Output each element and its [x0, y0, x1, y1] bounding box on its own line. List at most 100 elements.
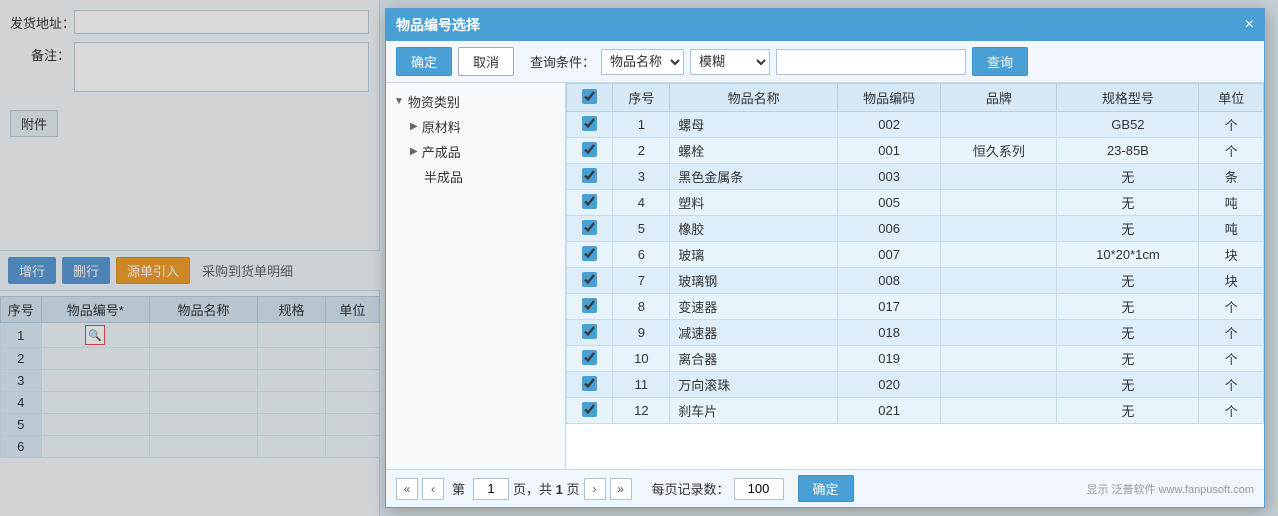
modal-confirm-button[interactable]: 确定	[396, 47, 452, 76]
table-row: 12刹车片021无个	[567, 398, 1264, 424]
row-brand	[941, 112, 1057, 138]
row-no: 4	[613, 190, 670, 216]
table-row: 6玻璃00710*20*1cm块	[567, 242, 1264, 268]
row-unit: 个	[1199, 372, 1264, 398]
row-checkbox[interactable]	[582, 168, 597, 183]
modal-title: 物品编号选择	[396, 15, 480, 35]
row-code: 018	[838, 320, 941, 346]
row-name: 变速器	[670, 294, 838, 320]
row-checkbox-cell[interactable]	[567, 112, 613, 138]
row-checkbox-cell[interactable]	[567, 398, 613, 424]
data-table-wrap: 序号 物品名称 物品编码 品牌 规格型号 单位 1螺母002GB52个2螺栓00…	[566, 83, 1264, 469]
row-name: 刹车片	[670, 398, 838, 424]
row-unit: 个	[1199, 398, 1264, 424]
row-no: 1	[613, 112, 670, 138]
row-checkbox[interactable]	[582, 324, 597, 339]
tree-arrow-icon: ▼	[394, 96, 404, 107]
row-no: 11	[613, 372, 670, 398]
footer-confirm-button[interactable]: 确定	[798, 475, 854, 502]
prev-page-button[interactable]: ‹	[422, 478, 444, 500]
first-page-button[interactable]: «	[396, 478, 418, 500]
row-checkbox[interactable]	[582, 220, 597, 235]
row-brand	[941, 268, 1057, 294]
row-unit: 个	[1199, 346, 1264, 372]
row-checkbox-cell[interactable]	[567, 294, 613, 320]
row-code: 021	[838, 398, 941, 424]
row-checkbox-cell[interactable]	[567, 164, 613, 190]
row-checkbox-cell[interactable]	[567, 346, 613, 372]
row-brand	[941, 164, 1057, 190]
row-name: 玻璃	[670, 242, 838, 268]
row-unit: 块	[1199, 268, 1264, 294]
modal-body: ▼ 物资类别 ▶ 原材料 ▶ 产成品 半成品	[386, 83, 1264, 469]
row-checkbox[interactable]	[582, 376, 597, 391]
row-name: 螺栓	[670, 138, 838, 164]
row-no: 6	[613, 242, 670, 268]
row-checkbox[interactable]	[582, 402, 597, 417]
row-checkbox[interactable]	[582, 272, 597, 287]
row-brand: 恒久系列	[941, 138, 1057, 164]
page-number-input[interactable]	[473, 478, 509, 500]
modal-cancel-button[interactable]: 取消	[458, 47, 514, 76]
row-name: 玻璃钢	[670, 268, 838, 294]
page-total-label: 页，共 1 页	[513, 479, 579, 498]
row-spec: 无	[1057, 372, 1199, 398]
row-checkbox-cell[interactable]	[567, 242, 613, 268]
row-unit: 吨	[1199, 216, 1264, 242]
row-brand	[941, 216, 1057, 242]
modal-dialog: 物品编号选择 × 确定 取消 查询条件： 物品名称 物品编号 规格型号 模糊 精…	[385, 8, 1265, 508]
tree-root-item[interactable]: ▼ 物资类别	[392, 89, 559, 114]
row-name: 橡胶	[670, 216, 838, 242]
row-checkbox-cell[interactable]	[567, 190, 613, 216]
row-code: 006	[838, 216, 941, 242]
table-row: 1螺母002GB52个	[567, 112, 1264, 138]
row-brand	[941, 372, 1057, 398]
row-name: 万向滚珠	[670, 372, 838, 398]
tree-item-finished[interactable]: ▶ 产成品	[408, 139, 559, 164]
row-checkbox-cell[interactable]	[567, 372, 613, 398]
tree-sub-items: ▶ 原材料 ▶ 产成品 半成品	[392, 114, 559, 189]
table-row: 3黑色金属条003无条	[567, 164, 1264, 190]
next-page-button[interactable]: ›	[584, 478, 606, 500]
row-checkbox[interactable]	[582, 246, 597, 261]
modal-close-button[interactable]: ×	[1245, 16, 1254, 34]
select-all-checkbox[interactable]	[582, 89, 597, 104]
tree-root-label: 物资类别	[408, 92, 460, 111]
row-brand	[941, 320, 1057, 346]
row-checkbox-cell[interactable]	[567, 268, 613, 294]
table-row: 7玻璃钢008无块	[567, 268, 1264, 294]
row-checkbox-cell[interactable]	[567, 216, 613, 242]
row-checkbox[interactable]	[582, 298, 597, 313]
row-checkbox[interactable]	[582, 142, 597, 157]
query-input[interactable]	[776, 49, 966, 75]
row-no: 2	[613, 138, 670, 164]
row-name: 塑料	[670, 190, 838, 216]
row-checkbox-cell[interactable]	[567, 320, 613, 346]
row-unit: 个	[1199, 112, 1264, 138]
page-label: 第	[452, 479, 465, 498]
row-checkbox-cell[interactable]	[567, 138, 613, 164]
query-match-select[interactable]: 模糊 精确	[690, 49, 770, 75]
row-checkbox[interactable]	[582, 350, 597, 365]
tree-item-rawmaterial[interactable]: ▶ 原材料	[408, 114, 559, 139]
table-row: 5橡胶006无吨	[567, 216, 1264, 242]
row-unit: 个	[1199, 320, 1264, 346]
row-spec: 23-85B	[1057, 138, 1199, 164]
records-count-input[interactable]	[734, 478, 784, 500]
modal-header: 物品编号选择 ×	[386, 9, 1264, 41]
row-brand	[941, 346, 1057, 372]
row-code: 005	[838, 190, 941, 216]
row-checkbox[interactable]	[582, 116, 597, 131]
query-button[interactable]: 查询	[972, 47, 1028, 76]
row-no: 10	[613, 346, 670, 372]
query-field-select[interactable]: 物品名称 物品编号 规格型号	[601, 49, 684, 75]
table-panel: 序号 物品名称 物品编码 品牌 规格型号 单位 1螺母002GB52个2螺栓00…	[566, 83, 1264, 469]
last-page-button[interactable]: »	[610, 478, 632, 500]
row-checkbox[interactable]	[582, 194, 597, 209]
row-no: 12	[613, 398, 670, 424]
row-spec: 无	[1057, 164, 1199, 190]
row-spec: 无	[1057, 320, 1199, 346]
row-code: 019	[838, 346, 941, 372]
tree-item-semi[interactable]: 半成品	[408, 164, 559, 189]
tree-item-label: 产成品	[422, 142, 461, 161]
